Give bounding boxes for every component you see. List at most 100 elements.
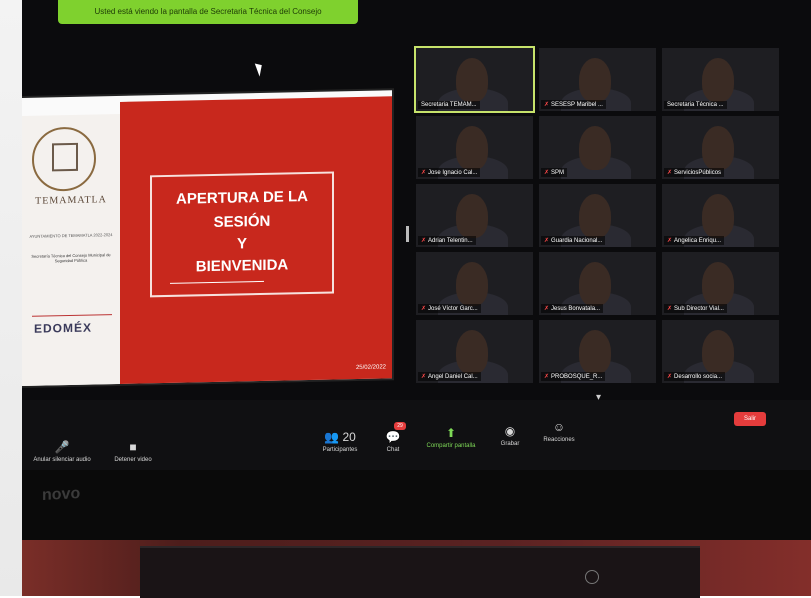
muted-mic-icon: ✗ [421,306,427,312]
slide-title-panel: APERTURA DE LA SESIÓN Y BIENVENIDA 25/02… [120,96,392,384]
participant-name-text: Adrian Telentin... [428,238,473,244]
video-button[interactable]: ■ Detener video [108,440,158,463]
people-icon: 👥 20 [324,430,356,444]
participant-tile[interactable]: ✗ Jesus Bonvatala... [539,252,656,315]
participants-count: 20 [342,430,356,444]
participant-name-text: ServiciosPúblicos [674,170,722,176]
participant-name: ✗ PROBOSQUE_R... [541,372,606,381]
split-handle[interactable] [406,226,409,242]
shared-slide: TEMAMATLA AYUNTAMIENTO DE TEMAMATLA 2022… [22,90,392,386]
monitor-bezel [22,470,811,540]
participant-name-text: Guardia Nacional... [551,238,603,244]
video-face [456,58,488,102]
mute-label: Anular silenciar audio [33,457,91,463]
title-line-1: APERTURA DE LA [176,188,308,208]
participant-tile[interactable]: ✗ Jose Ignacio Cal... [416,116,533,179]
participant-name: ✗ Jose Ignacio Cal... [418,168,481,177]
video-face [579,194,611,238]
participant-name: ✗ Adrian Telentin... [418,236,476,245]
muted-mic-icon: ✗ [667,374,673,380]
participant-name: ✗ Guardia Nacional... [541,236,606,245]
participant-tile[interactable]: ✗ SPM [539,116,656,179]
video-face [579,330,611,374]
participant-name: ✗ Angel Daniel Cal... [418,372,481,381]
participant-tile[interactable]: ✗ ServiciosPúblicos [662,116,779,179]
chat-unread-badge: 29 [394,422,406,430]
chat-bubble-icon: 💬 [385,430,401,444]
title-line-3: Y [236,235,247,253]
slide-secretariat-text: Secretaría Técnica del Consejo Municipal… [31,252,111,264]
participant-name: ✗ Desarrollo socia... [664,372,726,381]
participant-name: ✗ Angelica Enriqu... [664,236,725,245]
edomex-logo: EDOMÉX [34,320,93,336]
leave-button[interactable]: Salir [734,412,766,426]
participant-name: ✗ ServiciosPúblicos [664,168,725,177]
camera-icon: ■ [129,440,137,454]
video-face [702,126,734,170]
share-label: Compartir pantalla [426,443,476,449]
video-face [702,58,734,102]
slide-org-name: TEMAMATLA [35,194,107,207]
mute-button[interactable]: 🎤 Anular silenciar audio [30,440,94,463]
participant-tile[interactable]: Secretaria Técnica ... [662,48,779,111]
reactions-label: Reacciones [543,437,575,443]
reactions-button[interactable]: ☺ Reacciones [536,420,582,443]
participant-name: ✗ Jesus Bonvatala... [541,304,604,313]
participant-name: ✗ SPM [541,168,568,177]
share-screen-button[interactable]: ⬆ Compartir pantalla [418,426,484,449]
chat-label: Chat [386,447,400,453]
title-line-2: SESIÓN [213,212,271,231]
chat-button[interactable]: 💬 Chat [378,430,408,453]
video-face [579,126,611,170]
muted-mic-icon: ✗ [544,102,550,108]
participant-tile[interactable]: ✗ Angelica Enriqu... [662,184,779,247]
video-face [579,58,611,102]
title-line-4: BIENVENIDA [195,256,289,276]
video-face [702,330,734,374]
slide-date: 25/02/2022 [355,364,386,372]
participant-tile[interactable]: ✗ PROBOSQUE_R... [539,320,656,383]
participant-tile[interactable]: ✗ SESESP Maribel ... [539,48,656,111]
muted-mic-icon: ✗ [544,306,550,312]
participant-tile[interactable]: ✗ Adrian Telentin... [416,184,533,247]
participant-tile[interactable]: ✗ Sub Director Vial... [662,252,779,315]
title-frame: APERTURA DE LA SESIÓN Y BIENVENIDA [150,171,334,298]
muted-mic-icon: ✗ [421,170,427,176]
participant-name: ✗ SESESP Maribel ... [541,100,606,109]
record-icon: ◉ [504,424,516,438]
muted-mic-icon: ✗ [544,238,550,244]
monitor-stand [140,546,700,598]
video-face [456,194,488,238]
slide-small-text: AYUNTAMIENTO DE TEMAMATLA 2022-2024 [29,232,113,239]
participant-name: Secretaria Técnica ... [664,101,727,109]
zoom-screen: Usted está viendo la pantalla de Secreta… [22,0,811,470]
participant-tile[interactable]: ✗ Angel Daniel Cal... [416,320,533,383]
video-face [579,262,611,306]
participant-name-text: Angelica Enriqu... [674,238,722,244]
participants-button[interactable]: 👥 20 Participantes [310,430,370,453]
participant-name-text: Jose Ignacio Cal... [428,170,478,176]
slide-left-panel: TEMAMATLA AYUNTAMIENTO DE TEMAMATLA 2022… [22,113,120,386]
record-button[interactable]: ◉ Grabar [494,424,526,447]
participant-tile[interactable]: ✗ José Víctor Garc... [416,252,533,315]
mouse-cursor [254,61,266,77]
temamatla-logo [32,126,96,192]
participant-tile[interactable]: ✗ Desarrollo socia... [662,320,779,383]
participant-name-text: Jesus Bonvatala... [551,306,601,312]
participant-name-text: SESESP Maribel ... [551,102,603,108]
participant-tile[interactable]: ✗ Guardia Nacional... [539,184,656,247]
record-label: Grabar [500,441,520,447]
participant-gallery: Secretaria TEMAM... ✗ SESESP Maribel ... … [414,46,782,388]
monitor-brand: novo [42,484,81,505]
participant-name: ✗ Sub Director Vial... [664,304,727,313]
participant-tile[interactable]: Secretaria TEMAM... [414,46,535,113]
muted-mic-icon: ✗ [544,170,550,176]
participant-name-text: José Víctor Garc... [428,306,478,312]
participant-name-text: Angel Daniel Cal... [428,374,478,380]
participant-name-text: Desarrollo socia... [674,374,723,380]
power-button-icon[interactable] [585,570,599,584]
muted-mic-icon: ✗ [667,238,673,244]
participants-label: Participantes [322,447,358,453]
muted-mic-icon: ✗ [544,374,550,380]
participant-name-text: Sub Director Vial... [674,306,724,312]
